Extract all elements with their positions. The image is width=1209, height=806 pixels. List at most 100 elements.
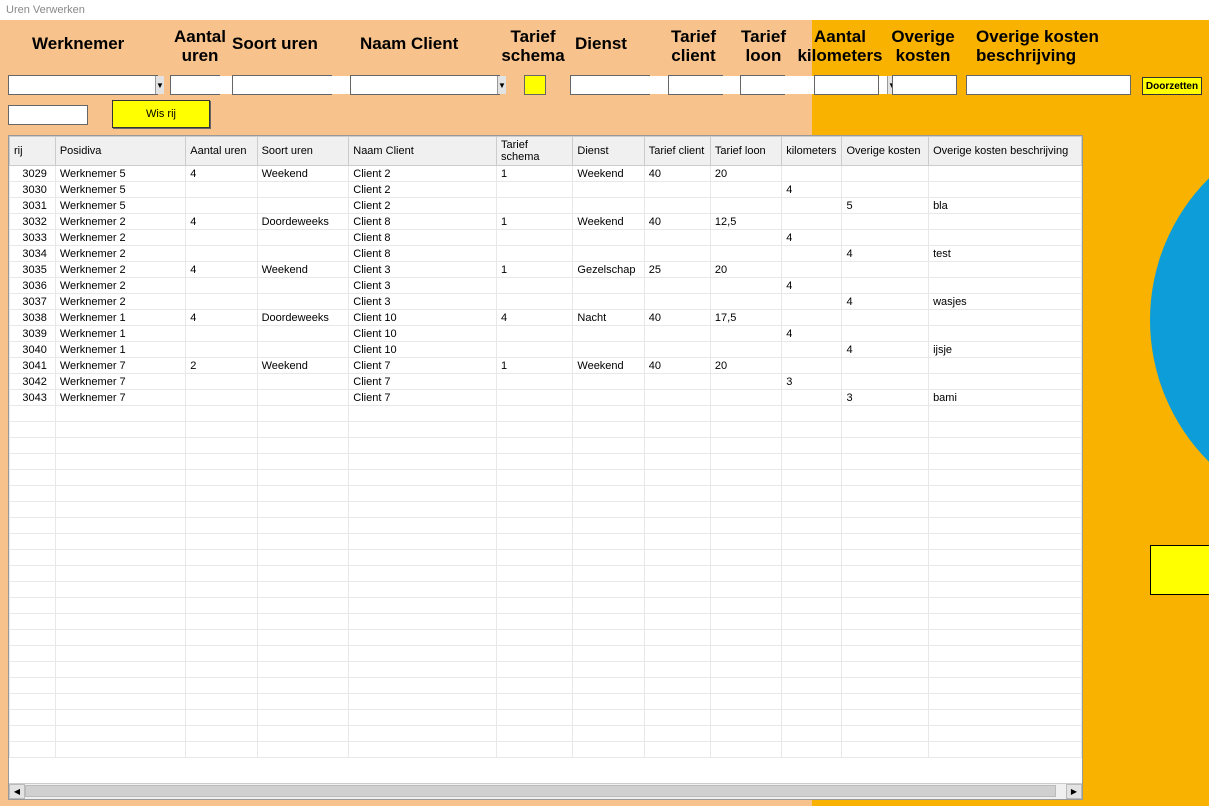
table-cell[interactable] <box>644 182 710 198</box>
table-cell[interactable] <box>710 502 781 518</box>
table-cell[interactable] <box>573 518 644 534</box>
table-cell[interactable]: 4 <box>782 326 842 342</box>
table-cell[interactable] <box>257 678 349 694</box>
table-cell[interactable]: 3029 <box>10 166 56 182</box>
table-cell[interactable] <box>257 662 349 678</box>
table-cell[interactable]: 3035 <box>10 262 56 278</box>
table-cell[interactable] <box>573 678 644 694</box>
table-cell[interactable] <box>644 278 710 294</box>
table-cell[interactable] <box>842 438 929 454</box>
table-cell[interactable] <box>644 710 710 726</box>
table-cell[interactable] <box>929 262 1082 278</box>
table-cell[interactable] <box>710 534 781 550</box>
table-cell[interactable] <box>349 662 497 678</box>
table-cell[interactable] <box>349 422 497 438</box>
table-cell[interactable] <box>496 534 572 550</box>
table-cell[interactable]: Weekend <box>573 214 644 230</box>
table-cell[interactable] <box>349 582 497 598</box>
table-cell[interactable] <box>349 694 497 710</box>
table-cell[interactable] <box>349 646 497 662</box>
table-cell[interactable]: 1 <box>496 358 572 374</box>
table-cell[interactable]: 5 <box>842 198 929 214</box>
table-row[interactable] <box>10 678 1082 694</box>
table-row[interactable] <box>10 694 1082 710</box>
overige-kosten-input[interactable] <box>893 76 956 94</box>
table-cell[interactable] <box>929 694 1082 710</box>
naam-client-input[interactable] <box>351 76 497 94</box>
table-cell[interactable] <box>710 198 781 214</box>
table-cell[interactable] <box>644 326 710 342</box>
table-cell[interactable]: 3 <box>842 390 929 406</box>
table-cell[interactable]: 1 <box>496 214 572 230</box>
table-row[interactable]: 3032Werknemer 24DoordeweeksClient 81Week… <box>10 214 1082 230</box>
table-cell[interactable] <box>55 726 185 742</box>
table-cell[interactable] <box>349 566 497 582</box>
table-cell[interactable] <box>929 710 1082 726</box>
table-cell[interactable] <box>257 502 349 518</box>
table-cell[interactable] <box>710 470 781 486</box>
table-cell[interactable] <box>257 406 349 422</box>
table-cell[interactable]: Weekend <box>257 358 349 374</box>
table-cell[interactable] <box>186 374 257 390</box>
table-cell[interactable] <box>644 486 710 502</box>
table-cell[interactable] <box>710 630 781 646</box>
table-cell[interactable] <box>573 198 644 214</box>
table-cell[interactable]: Werknemer 2 <box>55 230 185 246</box>
table-row[interactable] <box>10 742 1082 758</box>
table-cell[interactable] <box>573 406 644 422</box>
chevron-down-icon[interactable]: ▼ <box>155 76 164 94</box>
table-cell[interactable] <box>257 390 349 406</box>
column-header[interactable]: Posidiva <box>55 137 185 166</box>
table-cell[interactable] <box>257 182 349 198</box>
werknemer-input[interactable] <box>9 76 155 94</box>
table-cell[interactable] <box>929 550 1082 566</box>
table-cell[interactable] <box>929 486 1082 502</box>
table-cell[interactable] <box>10 534 56 550</box>
table-cell[interactable] <box>710 374 781 390</box>
table-row[interactable]: 3041Werknemer 72WeekendClient 71Weekend4… <box>10 358 1082 374</box>
table-cell[interactable] <box>257 630 349 646</box>
table-cell[interactable] <box>710 342 781 358</box>
table-cell[interactable]: 4 <box>186 310 257 326</box>
table-cell[interactable] <box>55 518 185 534</box>
table-cell[interactable] <box>842 278 929 294</box>
table-cell[interactable] <box>496 198 572 214</box>
table-cell[interactable] <box>644 662 710 678</box>
table-cell[interactable] <box>842 614 929 630</box>
table-cell[interactable] <box>257 646 349 662</box>
werknemer-combo[interactable]: ▼ <box>8 75 158 95</box>
table-cell[interactable] <box>496 374 572 390</box>
table-cell[interactable]: Client 8 <box>349 214 497 230</box>
table-cell[interactable]: Client 8 <box>349 246 497 262</box>
table-cell[interactable] <box>573 230 644 246</box>
table-cell[interactable]: Werknemer 2 <box>55 214 185 230</box>
table-cell[interactable] <box>782 454 842 470</box>
table-cell[interactable] <box>929 598 1082 614</box>
table-cell[interactable]: Doordeweeks <box>257 310 349 326</box>
table-cell[interactable] <box>10 422 56 438</box>
table-cell[interactable]: Werknemer 1 <box>55 342 185 358</box>
table-cell[interactable]: Werknemer 2 <box>55 278 185 294</box>
table-cell[interactable] <box>782 710 842 726</box>
table-cell[interactable] <box>349 630 497 646</box>
table-cell[interactable] <box>349 534 497 550</box>
table-cell[interactable] <box>496 278 572 294</box>
table-cell[interactable]: Werknemer 5 <box>55 198 185 214</box>
table-cell[interactable] <box>10 630 56 646</box>
table-cell[interactable] <box>349 502 497 518</box>
table-cell[interactable] <box>496 422 572 438</box>
table-row[interactable]: 3038Werknemer 14DoordeweeksClient 104Nac… <box>10 310 1082 326</box>
column-header[interactable]: rij <box>10 137 56 166</box>
table-row[interactable] <box>10 598 1082 614</box>
table-row[interactable] <box>10 582 1082 598</box>
table-cell[interactable] <box>55 694 185 710</box>
doorzetten-button[interactable]: Doorzetten <box>1142 77 1202 95</box>
table-cell[interactable] <box>573 182 644 198</box>
table-cell[interactable] <box>496 326 572 342</box>
table-cell[interactable]: Werknemer 7 <box>55 358 185 374</box>
table-cell[interactable] <box>186 710 257 726</box>
table-cell[interactable]: 3043 <box>10 390 56 406</box>
table-cell[interactable] <box>496 662 572 678</box>
table-cell[interactable] <box>55 566 185 582</box>
column-header[interactable]: Overige kosten <box>842 137 929 166</box>
